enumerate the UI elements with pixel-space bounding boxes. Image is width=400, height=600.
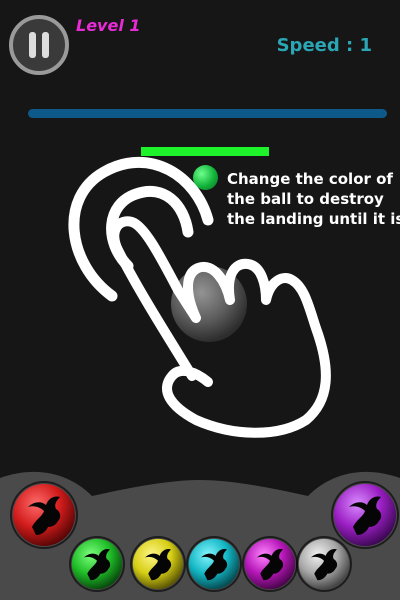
green-color-ball[interactable] bbox=[71, 538, 123, 590]
pause-button[interactable] bbox=[8, 14, 70, 76]
pause-icon bbox=[9, 15, 69, 75]
yellow-color-ball[interactable] bbox=[132, 538, 184, 590]
hint-line: the ball to destroy bbox=[227, 190, 384, 208]
level-label: Level 1 bbox=[76, 16, 141, 35]
cyan-color-ball[interactable] bbox=[188, 538, 240, 590]
hint-line: Change the color of bbox=[227, 170, 393, 188]
speed-label: Speed : 1 bbox=[276, 35, 372, 56]
tutorial-hint: Change the color of the ball to destroy … bbox=[227, 169, 400, 229]
landing-platform bbox=[141, 147, 269, 156]
red-color-ball[interactable] bbox=[12, 483, 76, 547]
magenta-color-ball[interactable] bbox=[244, 538, 296, 590]
gray-color-ball[interactable] bbox=[298, 538, 350, 590]
hint-line: the landing until it is bbox=[227, 210, 400, 228]
game-ball bbox=[193, 165, 218, 190]
top-bar bbox=[28, 109, 387, 118]
